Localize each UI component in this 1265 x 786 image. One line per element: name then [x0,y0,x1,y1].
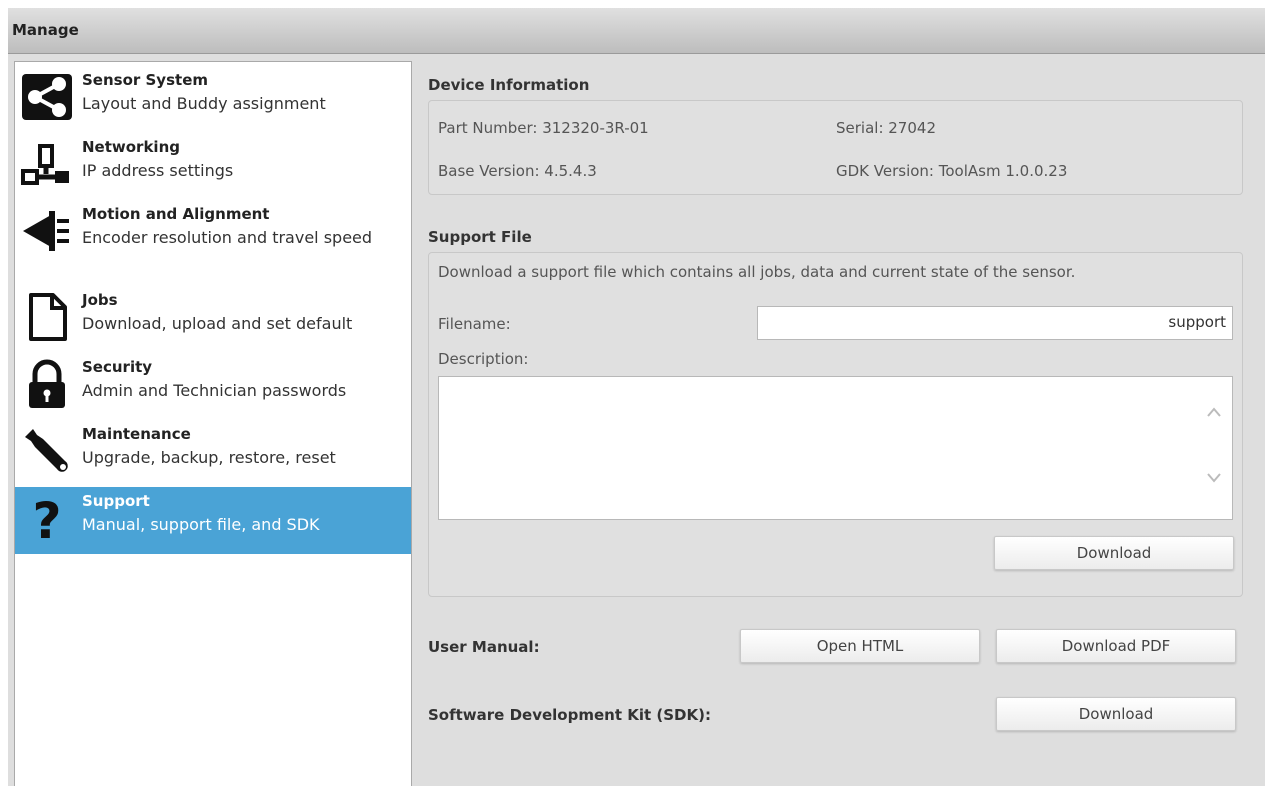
description-label: Description: [438,350,529,368]
sidebar-item-support[interactable]: ? Support Manual, support file, and SDK [15,487,411,554]
sidebar-item-subtitle: Layout and Buddy assignment [82,94,326,113]
sidebar-item-title: Maintenance [82,425,191,443]
base-version: Base Version: 4.5.4.3 [438,162,597,180]
description-textarea[interactable] [438,376,1233,520]
sidebar-item-subtitle: Manual, support file, and SDK [82,515,320,534]
wrench-icon [21,425,73,477]
document-icon [21,291,73,343]
window-title: Manage [8,8,1265,54]
gdk-version: GDK Version: ToolAsm 1.0.0.23 [836,162,1068,180]
sidebar-item-jobs[interactable]: Jobs Download, upload and set default [15,286,411,353]
part-number: Part Number: 312320-3R-01 [438,119,649,137]
network-plug-icon [21,138,73,190]
open-html-button[interactable]: Open HTML [740,629,980,663]
svg-text:?: ? [32,492,61,544]
sidebar-item-title: Jobs [82,291,118,309]
support-file-title: Support File [428,228,532,246]
device-info-panel: Part Number: 312320-3R-01 Serial: 27042 … [428,100,1243,195]
support-file-panel: Download a support file which contains a… [428,252,1243,597]
sidebar-item-title: Networking [82,138,180,156]
share-network-icon [21,71,73,123]
user-manual-label: User Manual: [428,638,540,656]
sidebar-item-title: Security [82,358,153,376]
sidebar-item-maintenance[interactable]: Maintenance Upgrade, backup, restore, re… [15,420,411,487]
sidebar-item-subtitle: Admin and Technician passwords [82,381,347,400]
sidebar-item-motion-alignment[interactable]: Motion and Alignment Encoder resolution … [15,200,411,267]
sidebar-item-title: Motion and Alignment [82,205,270,223]
sidebar-item-subtitle: Upgrade, backup, restore, reset [82,448,336,467]
sidebar-item-networking[interactable]: Networking IP address settings [15,133,411,200]
arrow-left-bars-icon [21,205,73,257]
sidebar-item-subtitle: IP address settings [82,161,234,180]
sidebar-item-title: Sensor System [82,71,208,89]
sdk-label: Software Development Kit (SDK): [428,706,711,724]
sidebar: Sensor System Layout and Buddy assignmen… [14,61,412,786]
lock-icon [21,358,73,410]
sdk-download-button[interactable]: Download [996,697,1236,731]
download-pdf-button[interactable]: Download PDF [996,629,1236,663]
scroll-up-icon[interactable] [1206,407,1222,417]
filename-label: Filename: [438,315,511,333]
support-file-download-button[interactable]: Download [994,536,1234,570]
sidebar-item-subtitle: Download, upload and set default [82,314,353,333]
device-info-title: Device Information [428,76,590,94]
filename-input[interactable]: support [757,306,1233,340]
scroll-down-icon[interactable] [1206,473,1222,483]
main-content: Sensor System Layout and Buddy assignmen… [8,54,1265,786]
support-file-description: Download a support file which contains a… [438,263,1076,281]
sidebar-item-sensor-system[interactable]: Sensor System Layout and Buddy assignmen… [15,66,411,133]
sidebar-item-subtitle: Encoder resolution and travel speed [82,228,373,247]
serial-number: Serial: 27042 [836,119,936,137]
sidebar-item-security[interactable]: Security Admin and Technician passwords [15,353,411,420]
question-icon: ? [21,492,73,550]
sidebar-item-title: Support [82,492,150,510]
